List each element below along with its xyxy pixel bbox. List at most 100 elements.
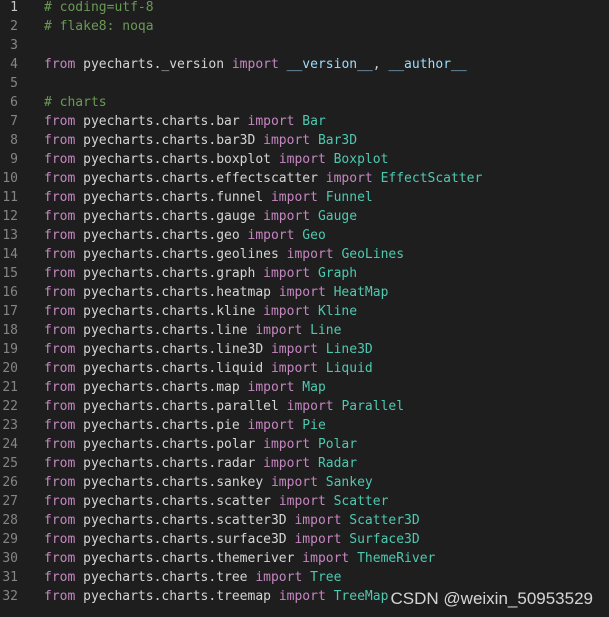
code-line[interactable]: 29 from pyecharts.charts.surface3D import… (0, 530, 609, 549)
line-content: from pyecharts.charts.themeriver import … (44, 549, 435, 568)
token-comment: # flake8: noqa (44, 19, 154, 34)
token-punct (318, 190, 326, 205)
token-module: pyecharts.charts.scatter3D (75, 513, 295, 528)
token-keyword: import (247, 114, 295, 129)
line-number: 7 (10, 114, 18, 129)
token-keyword: import (263, 437, 311, 452)
code-line[interactable]: 5 (0, 74, 609, 93)
line-content: from pyecharts.charts.map import Map (44, 378, 326, 397)
line-number: 24 (2, 437, 18, 452)
token-module: pyecharts.charts.scatter (75, 494, 279, 509)
token-class: Pie (302, 418, 326, 433)
token-keyword: from (44, 475, 76, 490)
token-keyword: from (44, 152, 76, 167)
line-number: 12 (2, 209, 18, 224)
token-module: pyecharts.charts.gauge (75, 209, 264, 224)
token-punct: , (372, 57, 389, 72)
token-keyword: import (270, 361, 318, 376)
code-area[interactable]: 1 # coding=utf-8 2 # flake8: noqa 3 4 from pye… (0, 0, 609, 606)
token-keyword: import (270, 475, 318, 490)
token-class: Boxplot (333, 152, 389, 167)
token-keyword: from (44, 399, 76, 414)
code-line[interactable]: 9 from pyecharts.charts.boxplot import Bo… (0, 150, 609, 169)
line-content: from pyecharts.charts.kline import Kline (44, 302, 357, 321)
line-number: 29 (2, 532, 18, 547)
line-number: 23 (2, 418, 18, 433)
code-line[interactable]: 19 from pyecharts.charts.line3D import Li… (0, 340, 609, 359)
code-line[interactable]: 6 # charts (0, 93, 609, 112)
code-line[interactable]: 7 from pyecharts.charts.bar import Bar (0, 112, 609, 131)
token-module: pyecharts.charts.sankey (75, 475, 271, 490)
line-number: 20 (2, 361, 18, 376)
token-module: pyecharts.charts.graph (75, 266, 264, 281)
line-content: from pyecharts.charts.sankey import Sank… (44, 473, 373, 492)
code-line[interactable]: 3 (0, 36, 609, 55)
token-keyword: from (44, 532, 76, 547)
token-keyword: from (44, 551, 76, 566)
line-content: from pyecharts.charts.line import Line (44, 321, 341, 340)
line-number: 25 (2, 456, 18, 471)
token-module: pyecharts.charts.geo (75, 228, 248, 243)
token-module: pyecharts.charts.map (75, 380, 248, 395)
line-content: from pyecharts.charts.gauge import Gauge (44, 207, 357, 226)
code-line[interactable]: 15 from pyecharts.charts.graph import Gra… (0, 264, 609, 283)
code-editor[interactable]: 1 # coding=utf-8 2 # flake8: noqa 3 4 from pye… (0, 0, 609, 617)
token-keyword: from (44, 323, 76, 338)
code-line[interactable]: 24 from pyecharts.charts.polar import Pol… (0, 435, 609, 454)
token-keyword: import (278, 285, 326, 300)
code-line[interactable]: 1 # coding=utf-8 (0, 0, 609, 17)
token-class: TreeMap (333, 589, 389, 604)
code-line[interactable]: 11 from pyecharts.charts.funnel import Fu… (0, 188, 609, 207)
code-line[interactable]: 4 from pyecharts._version import __versio… (0, 55, 609, 74)
token-keyword: import (286, 399, 334, 414)
code-line[interactable]: 26 from pyecharts.charts.sankey import Sa… (0, 473, 609, 492)
token-keyword: from (44, 304, 76, 319)
code-line[interactable]: 28 from pyecharts.charts.scatter3D import… (0, 511, 609, 530)
token-keyword: from (44, 114, 76, 129)
line-content: from pyecharts.charts.pie import Pie (44, 416, 326, 435)
line-number: 32 (2, 589, 18, 604)
code-line[interactable]: 12 from pyecharts.charts.gauge import Gau… (0, 207, 609, 226)
line-content: # coding=utf-8 (44, 0, 154, 17)
token-keyword: import (270, 190, 318, 205)
token-keyword: from (44, 456, 76, 471)
token-module: pyecharts.charts.themeriver (75, 551, 303, 566)
token-module: pyecharts.charts.bar3D (75, 133, 264, 148)
line-number: 3 (10, 38, 18, 53)
code-line[interactable]: 13 from pyecharts.charts.geo import Geo (0, 226, 609, 245)
token-class: Funnel (325, 190, 373, 205)
code-line[interactable]: 21 from pyecharts.charts.map import Map (0, 378, 609, 397)
code-line[interactable]: 25 from pyecharts.charts.radar import Rad… (0, 454, 609, 473)
code-line[interactable]: 30 from pyecharts.charts.themeriver impor… (0, 549, 609, 568)
code-line[interactable]: 23 from pyecharts.charts.pie import Pie (0, 416, 609, 435)
code-line[interactable]: 27 from pyecharts.charts.scatter import S… (0, 492, 609, 511)
token-comment: # charts (44, 95, 107, 110)
token-module: pyecharts.charts.surface3D (75, 532, 295, 547)
code-line[interactable]: 10 from pyecharts.charts.effectscatter im… (0, 169, 609, 188)
token-keyword: from (44, 570, 76, 585)
line-content: from pyecharts.charts.effectscatter impo… (44, 169, 482, 188)
code-line[interactable]: 2 # flake8: noqa (0, 17, 609, 36)
code-line[interactable]: 18 from pyecharts.charts.line import Line (0, 321, 609, 340)
code-line[interactable]: 8 from pyecharts.charts.bar3D import Bar3… (0, 131, 609, 150)
token-keyword: import (286, 247, 334, 262)
line-content: from pyecharts.charts.heatmap import Hea… (44, 283, 388, 302)
code-line[interactable]: 14 from pyecharts.charts.geolines import … (0, 245, 609, 264)
token-module: pyecharts.charts.boxplot (75, 152, 279, 167)
token-class: Radar (317, 456, 358, 471)
token-punct (326, 152, 334, 167)
token-keyword: from (44, 171, 76, 186)
line-content: from pyecharts.charts.graph import Graph (44, 264, 357, 283)
code-line[interactable]: 22 from pyecharts.charts.parallel import … (0, 397, 609, 416)
code-line[interactable]: 16 from pyecharts.charts.heatmap import H… (0, 283, 609, 302)
token-keyword: from (44, 190, 76, 205)
line-content: from pyecharts.charts.radar import Radar (44, 454, 357, 473)
token-class: Sankey (325, 475, 373, 490)
code-line[interactable]: 31 from pyecharts.charts.tree import Tree (0, 568, 609, 587)
line-number: 21 (2, 380, 18, 395)
token-keyword: import (247, 228, 295, 243)
code-line[interactable]: 20 from pyecharts.charts.liquid import Li… (0, 359, 609, 378)
token-keyword: from (44, 342, 76, 357)
code-line[interactable]: 17 from pyecharts.charts.kline import Kli… (0, 302, 609, 321)
line-content: from pyecharts.charts.geo import Geo (44, 226, 326, 245)
